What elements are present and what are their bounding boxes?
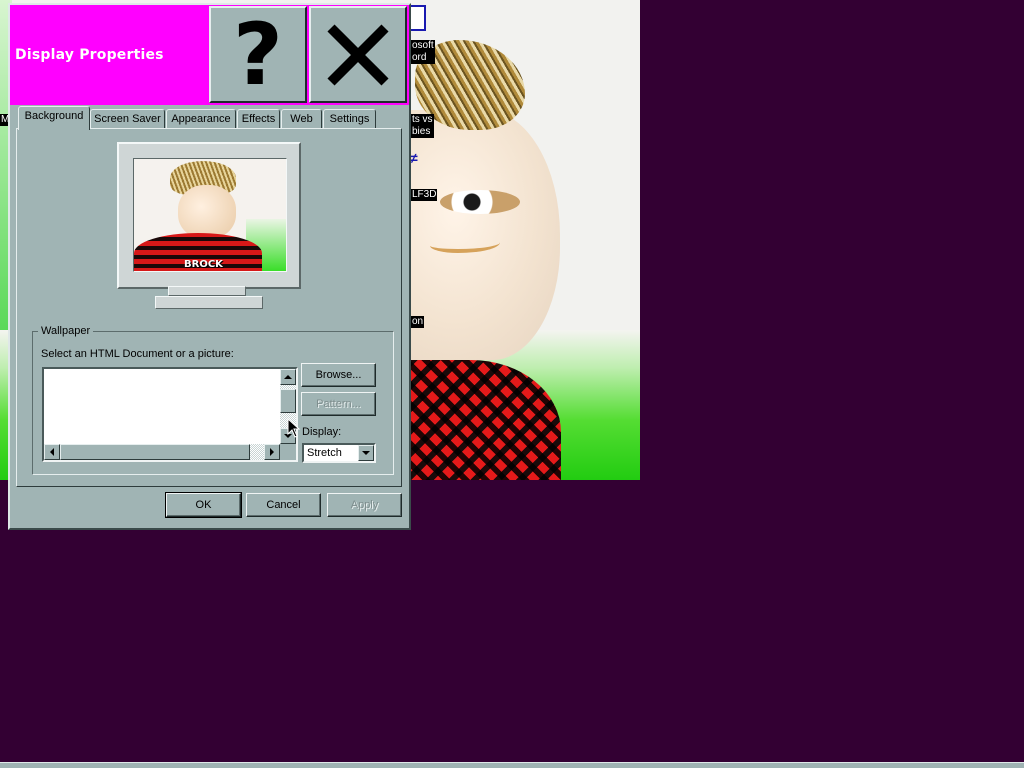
monitor-neck xyxy=(168,286,246,296)
dialog-title: Display Properties xyxy=(15,47,164,63)
vertical-scroll-thumb[interactable] xyxy=(280,389,296,413)
desktop-icon-label-4[interactable]: on xyxy=(411,316,425,328)
tab-label: Appearance xyxy=(171,113,231,125)
browse-button-label: Browse... xyxy=(315,369,362,381)
tab-screen-saver[interactable]: Screen Saver xyxy=(90,109,165,129)
wallpaper-eye xyxy=(440,190,520,214)
pattern-button-label: Pattern... xyxy=(316,398,361,410)
desktop-icon-label-1[interactable]: osoft ord xyxy=(411,40,435,64)
desktop-icon-label-2[interactable]: ts vs bies xyxy=(411,114,434,138)
tab-label: Screen Saver xyxy=(94,113,161,125)
cancel-button-label: Cancel xyxy=(266,499,301,511)
browse-button[interactable]: Browse... xyxy=(301,363,376,387)
tab-web[interactable]: Web xyxy=(281,109,322,129)
wallpaper-instruction: Select an HTML Document or a picture: xyxy=(41,348,234,360)
wallpaper-group-label: Wallpaper xyxy=(38,325,94,337)
tab-label: Web xyxy=(290,113,313,125)
question-mark-icon: ? xyxy=(233,4,283,105)
desktop-icon-3[interactable]: ≠ xyxy=(410,150,424,176)
help-button[interactable]: ? xyxy=(209,6,307,103)
apply-button-label: Apply xyxy=(350,499,379,511)
preview-caption: BROCK xyxy=(184,259,223,270)
title-bar[interactable]: Display Properties ? xyxy=(10,5,409,105)
scroll-up-button[interactable] xyxy=(280,369,296,385)
scroll-corner xyxy=(280,444,296,460)
arrow-up-icon xyxy=(284,375,292,379)
close-button[interactable] xyxy=(309,6,407,103)
tab-appearance[interactable]: Appearance xyxy=(166,109,236,129)
tab-effects[interactable]: Effects xyxy=(237,109,280,129)
preview-screen: BROCK xyxy=(133,158,287,272)
desktop-icon-label-3[interactable]: LF3D xyxy=(411,189,438,201)
horizontal-scroll-thumb[interactable] xyxy=(60,444,250,460)
taskbar[interactable] xyxy=(0,762,1024,768)
close-x-icon xyxy=(327,23,389,86)
mouse-pointer-icon xyxy=(287,418,301,438)
monitor-base xyxy=(155,296,263,309)
tab-label: Background xyxy=(24,110,84,122)
tab-label: Settings xyxy=(329,113,370,125)
preview-face xyxy=(178,185,236,239)
scroll-right-button[interactable] xyxy=(264,444,280,460)
scroll-left-button[interactable] xyxy=(44,444,60,460)
pattern-button[interactable]: Pattern... xyxy=(301,392,376,416)
dropdown-arrow-button[interactable] xyxy=(358,445,374,461)
wallpaper-list[interactable] xyxy=(42,367,298,462)
tab-label: Effects xyxy=(241,113,276,125)
display-mode-select[interactable]: Stretch xyxy=(302,443,376,463)
display-mode-value: Stretch xyxy=(307,447,342,459)
ok-button[interactable]: OK xyxy=(165,492,242,518)
ok-button-label: OK xyxy=(195,499,212,511)
arrow-right-icon xyxy=(270,448,274,456)
display-mode-label: Display: xyxy=(302,426,342,438)
arrow-left-icon xyxy=(50,448,54,456)
tab-settings[interactable]: Settings xyxy=(323,109,376,129)
monitor-preview: BROCK xyxy=(117,142,301,289)
apply-button[interactable]: Apply xyxy=(327,493,402,517)
cancel-button[interactable]: Cancel xyxy=(246,493,321,517)
chevron-down-icon xyxy=(362,451,370,455)
tab-background[interactable]: Background xyxy=(18,106,90,130)
